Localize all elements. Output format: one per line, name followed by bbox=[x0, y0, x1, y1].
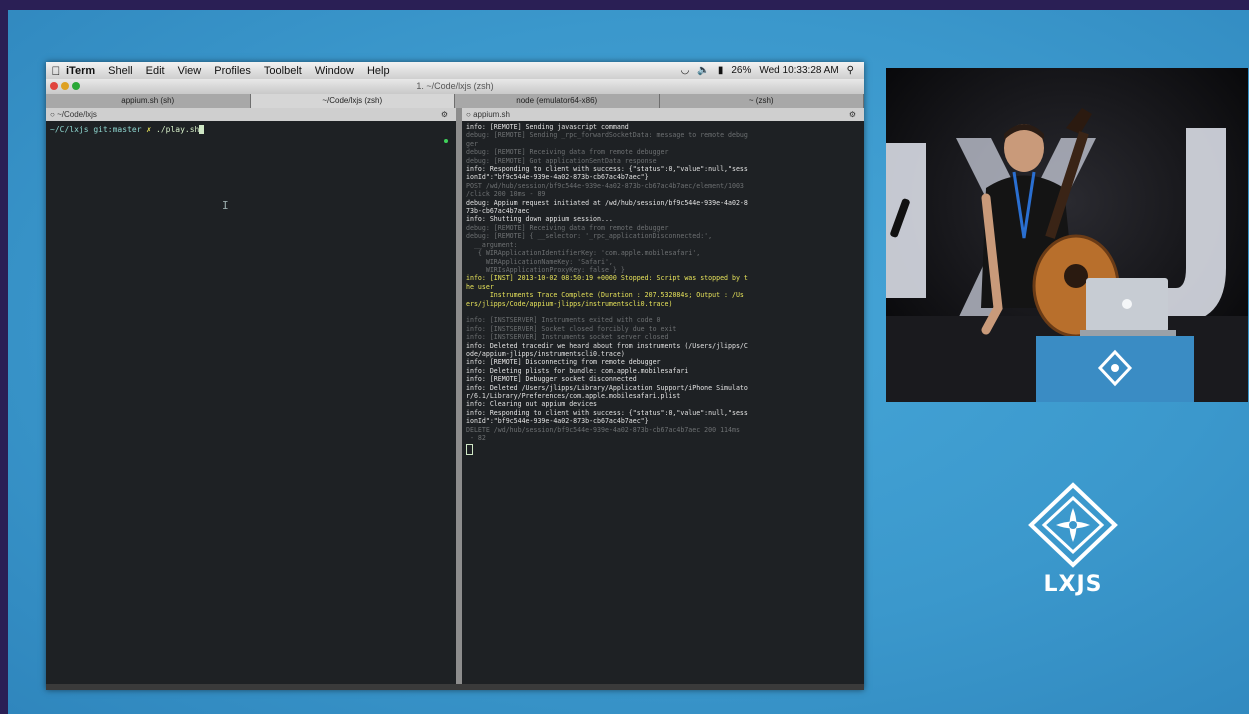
menu-shell[interactable]: Shell bbox=[108, 65, 132, 77]
shell-prompt: ~/C/lxjs git:master ✗ ./play.sh bbox=[50, 125, 205, 134]
log-line: Instruments Trace Complete (Duration : 2… bbox=[466, 291, 744, 300]
clock[interactable]: Wed 10:33:28 AM bbox=[759, 65, 838, 76]
status-area: ◡ 🔈 ▮ 26% Wed 10:33:28 AM ⚲ bbox=[681, 65, 864, 76]
log-line: - 82 bbox=[466, 434, 486, 443]
log-line: info: [REMOTE] Sending javascript comman… bbox=[466, 123, 629, 131]
gear-icon[interactable]: ⚙ bbox=[849, 108, 856, 121]
log-line: WIRIsApplicationProxyKey: false } } bbox=[466, 265, 625, 274]
log-line: DELETE /wd/hub/session/bf9c544e-939e-4a0… bbox=[466, 425, 740, 434]
menu-help[interactable]: Help bbox=[367, 65, 390, 77]
log-line: info: [REMOTE] Disconnecting from remote… bbox=[466, 358, 661, 367]
right-pane-header: ○ appium.sh ⚙ bbox=[462, 108, 864, 121]
tab-lxjs[interactable]: ~/Code/lxjs (zsh) bbox=[250, 94, 455, 108]
spotlight-icon[interactable]: ⚲ bbox=[847, 65, 854, 76]
presentation-slide:  iTerm Shell Edit View Profiles Toolbel… bbox=[8, 10, 1249, 714]
appium-log: info: [REMOTE] Sending javascript comman… bbox=[466, 123, 862, 456]
log-line: { WIRApplicationIdentifierKey: 'com.appl… bbox=[466, 249, 701, 258]
log-line: debug: [REMOTE] Sending _rpc_forwardSock… bbox=[466, 131, 748, 140]
log-line: info: Clearing out appium devices bbox=[466, 400, 598, 409]
backdrop-letter bbox=[886, 143, 926, 298]
text-cursor bbox=[199, 125, 205, 134]
log-line: 73b-cb67ac4b7aec bbox=[466, 207, 530, 216]
right-terminal-pane[interactable]: info: [REMOTE] Sending javascript comman… bbox=[462, 121, 864, 690]
window-titlebar: 1. ~/Code/lxjs (zsh) bbox=[46, 79, 864, 94]
log-line: debug: [REMOTE] Receiving data from remo… bbox=[466, 223, 669, 232]
log-line: info: [REMOTE] Debugger socket disconnec… bbox=[466, 375, 637, 384]
prompt-command: ./play.sh bbox=[156, 125, 200, 134]
log-line: ode/appium-jlipps/instrumentscli0.trace) bbox=[466, 349, 625, 358]
gear-icon[interactable]: ⚙ bbox=[441, 108, 448, 121]
speaker-video-frame bbox=[886, 68, 1248, 402]
left-pane-title: ~/Code/lxjs bbox=[57, 110, 97, 119]
laptop bbox=[1080, 278, 1176, 336]
log-line: r/6.1/Library/Preferences/com.apple.mobi… bbox=[466, 391, 681, 400]
menu-view[interactable]: View bbox=[178, 65, 202, 77]
battery-percent: 26% bbox=[731, 65, 752, 76]
speaker-video bbox=[886, 68, 1248, 402]
log-line: WIRApplicationNameKey: 'Safari', bbox=[466, 257, 613, 266]
left-terminal-pane[interactable]: ~/C/lxjs git:master ✗ ./play.sh I bbox=[46, 121, 456, 690]
log-line: ionId":"bf9c544e-939e-4a02-873b-cb67ac4b… bbox=[466, 173, 649, 182]
tab-appium[interactable]: appium.sh (sh) bbox=[46, 94, 251, 108]
tab-node-emulator[interactable]: node (emulator64-x86) bbox=[455, 94, 660, 108]
menu-edit[interactable]: Edit bbox=[146, 65, 165, 77]
log-line: debug: [REMOTE] { __selector: '_rpc_appl… bbox=[466, 232, 713, 241]
lxjs-logo-icon bbox=[1028, 482, 1118, 568]
log-line: info: Deleted /Users/jlipps/Library/Appl… bbox=[466, 383, 748, 392]
prompt-path: ~/C/lxjs git:master bbox=[50, 125, 142, 134]
volume-icon[interactable]: 🔈 bbox=[697, 65, 709, 76]
lxjs-label: LXJS bbox=[1043, 572, 1103, 597]
left-pane-header: ○ ~/Code/lxjs ⚙ bbox=[46, 108, 456, 121]
log-line: ionId":"bf9c544e-939e-4a02-873b-cb67ac4b… bbox=[466, 417, 649, 426]
log-line: ger bbox=[466, 139, 478, 148]
podium bbox=[1036, 336, 1194, 402]
log-line: info: [INSTSERVER] Instruments exited wi… bbox=[466, 316, 661, 325]
menu-iterm[interactable]: iTerm bbox=[66, 65, 95, 77]
activity-indicator bbox=[444, 139, 448, 143]
mac-screen:  iTerm Shell Edit View Profiles Toolbel… bbox=[46, 62, 864, 690]
prompt-mark: ✗ bbox=[146, 125, 152, 134]
menubar:  iTerm Shell Edit View Profiles Toolbel… bbox=[46, 62, 864, 79]
log-line: info: Deleting plists for bundle: com.ap… bbox=[466, 366, 689, 375]
battery-icon[interactable]: ▮ bbox=[718, 65, 724, 76]
menu-profiles[interactable]: Profiles bbox=[214, 65, 251, 77]
log-line: ers/jlipps/Code/appium-jlipps/instrument… bbox=[466, 299, 673, 308]
right-pane-title: appium.sh bbox=[473, 110, 510, 119]
lxjs-brand: LXJS bbox=[1018, 482, 1128, 597]
log-line: info: [INSTSERVER] Instruments socket se… bbox=[466, 333, 669, 342]
log-cursor bbox=[466, 444, 473, 456]
dock-strip bbox=[46, 684, 864, 690]
menu-toolbelt[interactable]: Toolbelt bbox=[264, 65, 302, 77]
log-line: info: Deleted tracedir we heard about fr… bbox=[466, 341, 748, 350]
log-line: info: [INST] 2013-10-02 08:50:19 +0000 S… bbox=[466, 274, 748, 283]
log-line: info: Responding to client with success:… bbox=[466, 165, 748, 174]
log-line: info: Shutting down appium session... bbox=[466, 215, 613, 224]
ibeam-cursor-icon: I bbox=[222, 199, 229, 212]
log-line: /click 200 10ms - 89 bbox=[466, 190, 546, 199]
apple-icon[interactable]:  bbox=[46, 64, 66, 78]
log-line: info: Responding to client with success:… bbox=[466, 408, 748, 417]
menu-window[interactable]: Window bbox=[315, 65, 354, 77]
log-line: debug: [REMOTE] Receiving data from remo… bbox=[466, 148, 669, 157]
wifi-icon[interactable]: ◡ bbox=[681, 65, 690, 76]
window-title: 1. ~/Code/lxjs (zsh) bbox=[416, 81, 494, 91]
tab-bar: appium.sh (sh) ~/Code/lxjs (zsh) node (e… bbox=[46, 94, 864, 108]
pane-circle-icon: ○ bbox=[50, 110, 55, 119]
log-line: __argument: bbox=[466, 240, 518, 249]
log-line: debug: [REMOTE] Got applicationSentData … bbox=[466, 156, 657, 165]
pane-circle-icon: ○ bbox=[466, 110, 471, 119]
log-line: info: [INSTSERVER] Socket closed forcibl… bbox=[466, 324, 677, 333]
tab-home[interactable]: ~ (zsh) bbox=[659, 94, 864, 108]
log-line: he user bbox=[466, 282, 494, 291]
log-line: debug: Appium request initiated at /wd/h… bbox=[466, 198, 748, 207]
log-line: POST /wd/hub/session/bf9c544e-939e-4a02-… bbox=[466, 181, 744, 190]
